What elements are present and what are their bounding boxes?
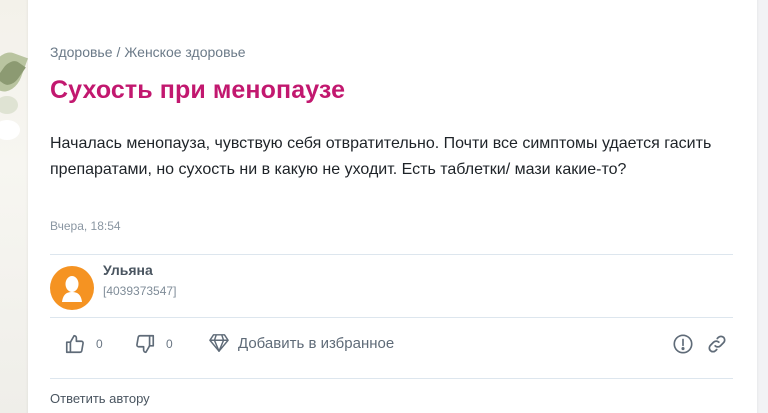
post-body: Началась менопауза, чувствую себя отврат…	[50, 135, 712, 178]
breadcrumb-separator: /	[116, 44, 121, 60]
post-title: Сухость при менопаузе	[50, 76, 346, 104]
divider	[50, 254, 733, 255]
post-timestamp: Вчера, 18:54	[50, 219, 121, 233]
diamond-icon	[209, 334, 229, 352]
like-count: 0	[96, 337, 103, 351]
thumbs-down-icon	[136, 334, 155, 354]
breadcrumb-subsection[interactable]: Женское здоровье	[124, 44, 245, 60]
author-name[interactable]: Ульяна	[103, 262, 153, 278]
report-icon	[673, 334, 693, 354]
breadcrumb-section[interactable]: Здоровье	[50, 44, 113, 60]
background-decoration	[0, 0, 28, 413]
divider	[50, 317, 733, 318]
avatar[interactable]	[50, 266, 94, 310]
question-card: Здоровье / Женское здоровье Сухость при ме…	[28, 0, 757, 413]
divider	[50, 378, 733, 379]
dislike-button[interactable]: 0	[134, 333, 173, 355]
dislike-count: 0	[166, 337, 173, 351]
background-right	[756, 0, 768, 413]
thumbs-up-icon	[65, 334, 84, 354]
breadcrumb: Здоровье / Женское здоровье	[50, 44, 246, 60]
link-icon	[708, 335, 726, 353]
report-button[interactable]	[672, 333, 694, 355]
author-id: [4039373547]	[103, 284, 177, 298]
favorite-label: Добавить в избранное	[238, 334, 395, 352]
add-to-favorites-button[interactable]: Добавить в избранное	[208, 333, 394, 353]
reply-to-author-link[interactable]: Ответить автору	[50, 391, 150, 406]
flower-decoration	[0, 120, 20, 140]
user-silhouette-icon	[62, 276, 82, 302]
like-button[interactable]: 0	[64, 333, 103, 355]
flower-decoration	[0, 96, 18, 114]
copy-link-button[interactable]	[706, 333, 728, 355]
